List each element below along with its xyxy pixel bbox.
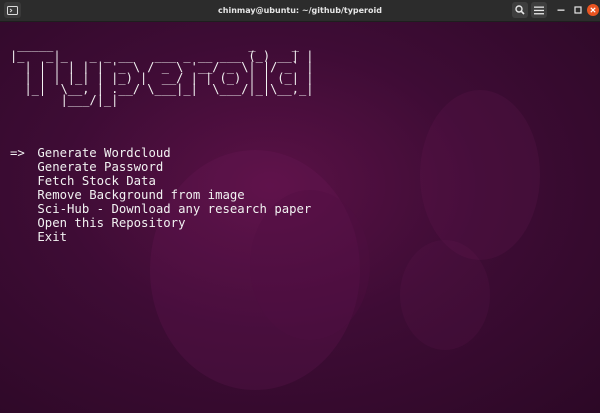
menu-item-sci-hub[interactable]: Sci-Hub - Download any research paper — [10, 202, 311, 216]
ascii-art-banner: _____ _ _ |_ _|_ _ _ __ ___ _ __ ___ (_)… — [10, 38, 314, 107]
menu-item-open-repository[interactable]: Open this Repository — [10, 216, 311, 230]
menu-item-generate-password[interactable]: Generate Password — [10, 160, 311, 174]
menu-item-label: Sci-Hub - Download any research paper — [37, 202, 312, 216]
menu-item-fetch-stock-data[interactable]: Fetch Stock Data — [10, 174, 311, 188]
search-button[interactable] — [512, 2, 528, 18]
menu-button[interactable] — [531, 2, 547, 18]
minimize-icon — [557, 9, 565, 11]
search-icon — [515, 5, 525, 15]
hamburger-menu-icon — [534, 6, 544, 14]
menu-item-label: Fetch Stock Data — [37, 174, 156, 188]
menu-item-label: Generate Wordcloud — [37, 146, 171, 160]
menu-list: => Generate Wordcloud Generate Password … — [10, 146, 311, 244]
minimize-button[interactable] — [553, 2, 569, 18]
new-tab-icon — [7, 5, 18, 15]
terminal-window: chinmay@ubuntu: ~/github/typeroid _____ … — [0, 0, 600, 413]
new-tab-button[interactable] — [4, 2, 21, 18]
window-title: chinmay@ubuntu: ~/github/typeroid — [218, 6, 382, 15]
close-icon — [590, 7, 596, 13]
menu-item-label: Exit — [37, 230, 68, 244]
menu-item-label: Open this Repository — [37, 216, 186, 230]
maximize-button[interactable] — [570, 2, 586, 18]
menu-item-generate-wordcloud[interactable]: => Generate Wordcloud — [10, 146, 311, 160]
menu-item-label: Remove Background from image — [37, 188, 245, 202]
close-button[interactable] — [587, 4, 599, 16]
selection-pointer: => — [10, 146, 25, 160]
menu-item-exit[interactable]: Exit — [10, 230, 311, 244]
title-bar: chinmay@ubuntu: ~/github/typeroid — [0, 0, 600, 22]
terminal-output[interactable]: _____ _ _ |_ _|_ _ _ __ ___ _ __ ___ (_)… — [0, 22, 600, 413]
menu-item-remove-background[interactable]: Remove Background from image — [10, 188, 311, 202]
maximize-icon — [574, 6, 582, 14]
menu-item-label: Generate Password — [37, 160, 164, 174]
